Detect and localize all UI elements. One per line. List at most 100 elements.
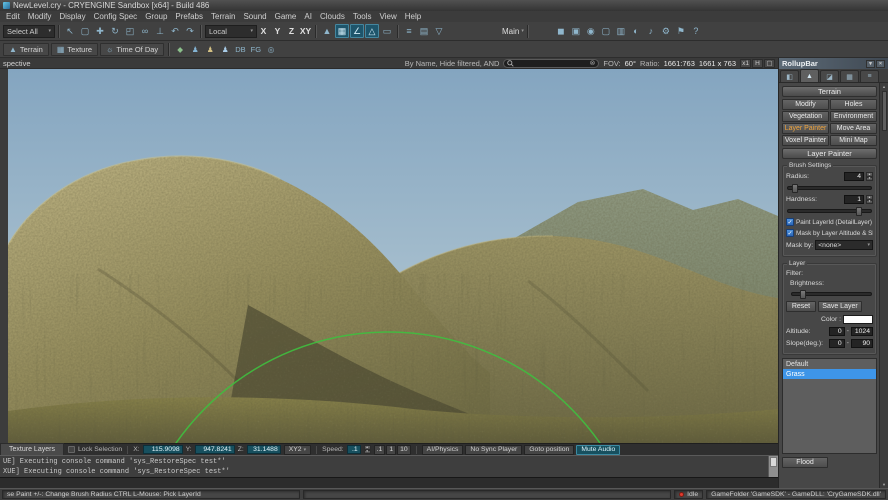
- hardness-slider[interactable]: [787, 207, 872, 216]
- viewport-toggle-button[interactable]: No Sync Player: [465, 444, 523, 455]
- select-all-dropdown[interactable]: Select All ▾: [3, 24, 55, 38]
- menu-item[interactable]: Sound: [239, 11, 270, 22]
- rollupbar-caption[interactable]: RollupBar ▾ ×: [779, 58, 888, 69]
- tab-display[interactable]: ▦: [840, 70, 859, 82]
- spin-down-icon[interactable]: ▾: [866, 199, 873, 204]
- cube-icon[interactable]: ◼: [554, 24, 568, 38]
- spin-down-icon[interactable]: ▾: [363, 449, 371, 454]
- viewport-toggle-button[interactable]: AI/Physics: [421, 444, 464, 455]
- link-icon[interactable]: ∞: [138, 24, 152, 38]
- y-coordinate-input[interactable]: 947.8241: [194, 445, 235, 454]
- axis-constraint-button[interactable]: Y: [271, 25, 284, 38]
- maximize-viewport-button[interactable]: ▢: [764, 58, 775, 68]
- scroll-up-icon[interactable]: ▴: [883, 83, 885, 90]
- ruler-icon[interactable]: △: [365, 24, 379, 38]
- terrain-button[interactable]: ▲ Terrain: [3, 42, 49, 56]
- mask-by-altitude-checkbox[interactable]: ✓: [786, 229, 794, 237]
- move-icon[interactable]: ✚: [93, 24, 107, 38]
- gear-icon[interactable]: ⚙: [659, 24, 673, 38]
- search-input[interactable]: [516, 59, 588, 67]
- clear-search-icon[interactable]: ⊗: [590, 60, 596, 67]
- select-area-icon[interactable]: ▢: [78, 24, 92, 38]
- menu-item[interactable]: Edit: [2, 11, 24, 22]
- plane-lock-dropdown[interactable]: XY2 ▾: [283, 444, 312, 455]
- altitude-min-input[interactable]: 0: [828, 327, 845, 336]
- menu-item[interactable]: Prefabs: [171, 11, 207, 22]
- viewport-toggle-button[interactable]: Mute Audio: [576, 444, 621, 455]
- group-objects-icon[interactable]: ▣: [569, 24, 583, 38]
- terrain-panel-button[interactable]: Holes: [830, 99, 877, 110]
- speed-input[interactable]: .1: [346, 445, 361, 454]
- terrain-panel-button[interactable]: Mini Map: [830, 135, 877, 146]
- slider-thumb[interactable]: [792, 184, 799, 193]
- slope-max-input[interactable]: 90: [851, 339, 873, 348]
- material-icon[interactable]: ◎: [264, 43, 278, 56]
- console-scrollbar[interactable]: [768, 456, 778, 477]
- time-of-day-button[interactable]: ☼ Time Of Day: [100, 42, 165, 56]
- follow-terrain-icon[interactable]: ▲: [320, 24, 334, 38]
- layer-list-icon[interactable]: ≡: [402, 24, 416, 38]
- flood-button[interactable]: Flood: [782, 457, 828, 468]
- tab-layers[interactable]: ≡: [860, 70, 879, 82]
- scale-icon[interactable]: ◰: [123, 24, 137, 38]
- menu-item[interactable]: View: [376, 11, 401, 22]
- hardness-input[interactable]: 1: [844, 195, 864, 204]
- ratio-value[interactable]: 1661:763: [664, 59, 695, 68]
- hardness-spinner[interactable]: ▴ ▾: [866, 195, 873, 204]
- menu-item[interactable]: Help: [401, 11, 425, 22]
- monitor-icon[interactable]: ▢: [599, 24, 613, 38]
- ai-character-icon[interactable]: ♟: [188, 43, 202, 56]
- rollupbar-scrollbar[interactable]: ▴ ▾: [879, 83, 888, 488]
- speed-preset-button[interactable]: .1: [373, 444, 386, 455]
- slider-thumb[interactable]: [856, 207, 863, 216]
- terrain-panel-button[interactable]: Voxel Painter: [782, 135, 829, 146]
- terrain-panel-button[interactable]: Layer Painter: [782, 123, 829, 134]
- terrain-panel-button[interactable]: Modify: [782, 99, 829, 110]
- undo-icon[interactable]: ↶: [168, 24, 182, 38]
- physics-tool-icon[interactable]: ◐: [629, 24, 643, 38]
- speed-preset-button[interactable]: 1: [386, 444, 397, 455]
- tab-terrain[interactable]: ▲: [800, 69, 819, 82]
- helpers-button[interactable]: H: [752, 58, 763, 68]
- search-box[interactable]: ⊗: [503, 58, 600, 68]
- lock-selection-checkbox[interactable]: [68, 446, 75, 453]
- x-coordinate-input[interactable]: 115.9098: [142, 445, 183, 454]
- tab-objects[interactable]: ◧: [780, 70, 799, 82]
- axis-constraint-button[interactable]: Z: [285, 25, 298, 38]
- layer-list-item[interactable]: Default: [783, 359, 876, 369]
- terrain-panel-button[interactable]: Environment: [830, 111, 877, 122]
- terrain-panel-button[interactable]: Vegetation: [782, 111, 829, 122]
- snap-angle-icon[interactable]: ∠: [350, 24, 364, 38]
- menu-item[interactable]: Group: [141, 11, 171, 22]
- speed-preset-button[interactable]: 10: [397, 444, 411, 455]
- reference-coordsys-dropdown[interactable]: Local ▾: [205, 24, 257, 38]
- rollupbar-close-button[interactable]: ×: [876, 59, 885, 68]
- viewport-caption[interactable]: spective: [3, 59, 31, 68]
- paint-layerid-checkbox[interactable]: ✓: [786, 218, 794, 226]
- mask-by-dropdown[interactable]: <none> ▾: [815, 240, 873, 250]
- camera-icon[interactable]: ◉: [584, 24, 598, 38]
- scrollbar-thumb[interactable]: [770, 457, 777, 467]
- menu-item[interactable]: Display: [55, 11, 89, 22]
- spin-down-icon[interactable]: ▾: [866, 176, 873, 181]
- ai-nav-icon[interactable]: ♟: [218, 43, 232, 56]
- align-icon[interactable]: ⊥: [153, 24, 167, 38]
- save-layer-button[interactable]: Save Layer: [818, 301, 862, 312]
- ai-marker-icon[interactable]: ◆: [173, 43, 187, 56]
- scale-x1-button[interactable]: x1: [740, 58, 751, 68]
- layer-list-item[interactable]: Grass: [783, 369, 876, 379]
- select-icon[interactable]: ↖: [63, 24, 77, 38]
- layer-color-swatch[interactable]: [843, 315, 873, 324]
- filter-list-icon[interactable]: ▽: [432, 24, 446, 38]
- slope-min-input[interactable]: 0: [828, 339, 845, 348]
- axis-constraint-button[interactable]: XY: [299, 25, 312, 38]
- texture-button[interactable]: ▦ Texture: [50, 42, 99, 56]
- menu-item[interactable]: Config Spec: [90, 11, 142, 22]
- menu-item[interactable]: Game: [271, 11, 301, 22]
- radius-input[interactable]: 4: [844, 172, 864, 181]
- reset-button[interactable]: Reset: [786, 301, 816, 312]
- sound-icon[interactable]: ♪: [644, 24, 658, 38]
- scrollbar-thumb[interactable]: [881, 91, 887, 131]
- menu-item[interactable]: Tools: [349, 11, 376, 22]
- tab-modelling[interactable]: ◪: [820, 70, 839, 82]
